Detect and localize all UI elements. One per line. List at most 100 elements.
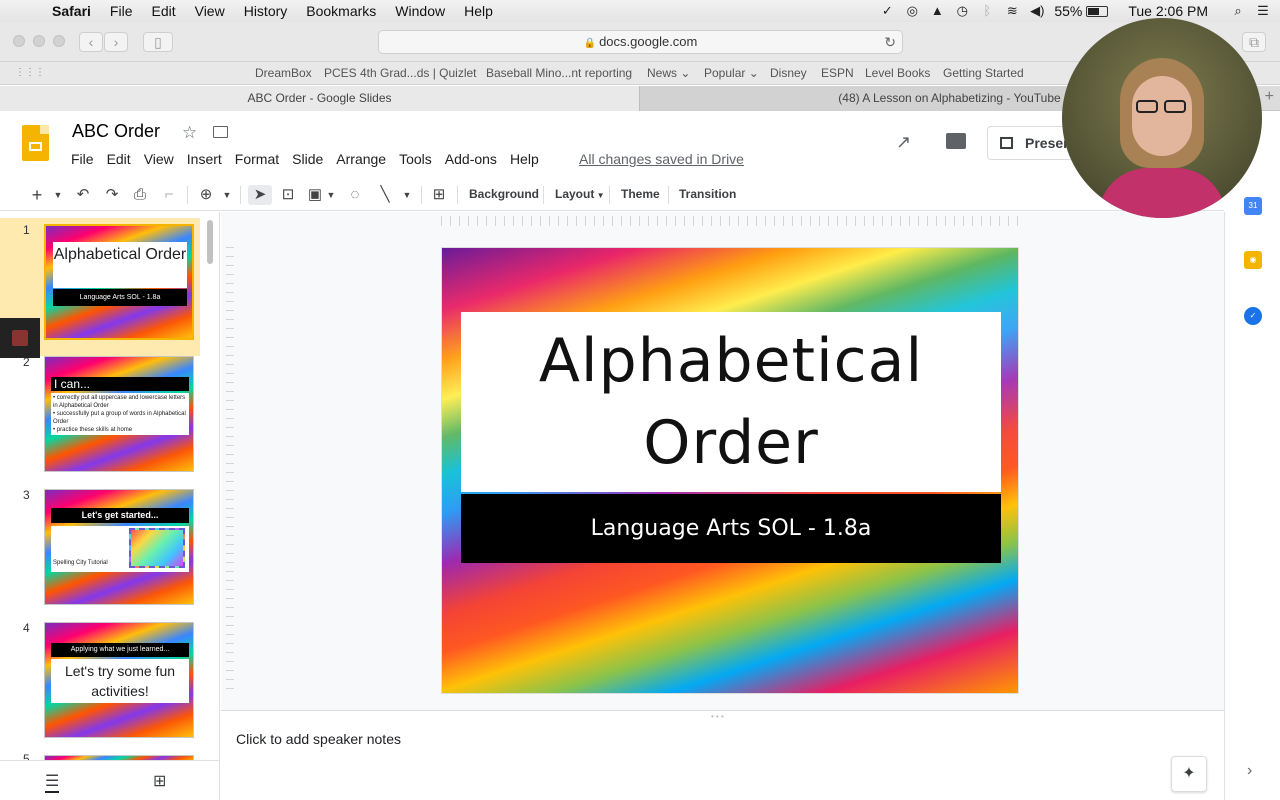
line-icon[interactable]: ╲ — [375, 185, 395, 205]
reload-icon[interactable]: ↻ — [884, 31, 896, 53]
battery-icon[interactable] — [1086, 5, 1109, 17]
current-slide[interactable]: Alphabetical Order Language Arts SOL - 1… — [441, 247, 1019, 694]
wifi-icon[interactable]: ≋ — [1004, 4, 1020, 18]
favorite-baseball[interactable]: Baseball Mino...nt reporting — [486, 66, 632, 80]
paint-format-icon[interactable]: ⌐ — [160, 185, 178, 205]
menubar-bookmarks[interactable]: Bookmarks — [306, 3, 376, 19]
battery-percent[interactable]: 55% — [1054, 3, 1082, 19]
sidebar-toggle-icon[interactable]: ▯ — [143, 32, 173, 52]
star-icon[interactable]: ☆ — [182, 123, 197, 143]
time-machine-icon[interactable]: ◷ — [954, 4, 970, 18]
menubar-help[interactable]: Help — [464, 3, 493, 19]
comments-icon[interactable] — [946, 133, 966, 149]
new-slide-dropdown-icon[interactable]: ▼ — [52, 185, 64, 205]
theme-button[interactable]: Theme — [621, 187, 660, 201]
slide-subtitle-box[interactable]: Language Arts SOL - 1.8a — [461, 494, 1001, 563]
menu-tools[interactable]: Tools — [399, 151, 432, 167]
chrome-icon[interactable]: ◎ — [904, 4, 920, 18]
slide-thumbnail-2[interactable]: I can... • correctly put all uppercase a… — [44, 356, 194, 472]
tasks-icon[interactable]: ✓ — [1244, 307, 1262, 325]
menu-add-ons[interactable]: Add-ons — [445, 151, 497, 167]
grid-view-icon[interactable]: ⊞ — [153, 771, 166, 791]
document-title[interactable]: ABC Order — [72, 121, 160, 142]
menubar-app-name[interactable]: Safari — [52, 3, 91, 19]
menubar-view[interactable]: View — [195, 3, 225, 19]
volume-icon[interactable]: ◀) — [1029, 4, 1045, 18]
thumb-title: Alphabetical Order — [53, 242, 187, 288]
tab-overview-icon[interactable]: ⧉ — [1242, 32, 1266, 52]
favorite-espn[interactable]: ESPN — [821, 66, 854, 80]
menu-help[interactable]: Help — [510, 151, 539, 167]
expand-panel-icon[interactable]: › — [1247, 762, 1252, 780]
menu-edit[interactable]: Edit — [107, 151, 131, 167]
favorite-news[interactable]: News ⌄ — [647, 66, 690, 80]
menu-slide[interactable]: Slide — [292, 151, 323, 167]
checkmark-icon[interactable]: ✓ — [879, 4, 895, 18]
filmstrip-scrollbar[interactable] — [207, 220, 213, 264]
menubar-history[interactable]: History — [244, 3, 288, 19]
speaker-notes[interactable]: Click to add speaker notes — [236, 731, 401, 747]
top-sites-icon[interactable]: ⋮⋮⋮ — [15, 67, 45, 79]
transition-button[interactable]: Transition — [679, 187, 736, 201]
undo-icon[interactable]: ↶ — [74, 185, 92, 205]
line-dropdown-icon[interactable]: ▼ — [401, 185, 413, 205]
notes-resize-handle[interactable]: • • • — [711, 712, 724, 721]
favorite-getting-started[interactable]: Getting Started — [943, 66, 1024, 80]
menu-arrange[interactable]: Arrange — [336, 151, 386, 167]
bluetooth-icon[interactable]: ᛒ — [979, 4, 995, 18]
menu-view[interactable]: View — [144, 151, 174, 167]
forward-button[interactable]: › — [104, 32, 128, 52]
macos-menubar: Safari File Edit View History Bookmarks … — [0, 0, 1280, 22]
slide-thumbnail-1[interactable]: Alphabetical Order Language Arts SOL - 1… — [44, 224, 194, 340]
image-icon[interactable]: ▣ — [305, 185, 325, 205]
favorite-dreambox[interactable]: DreamBox — [255, 66, 312, 80]
keep-icon[interactable]: ◉ — [1244, 251, 1262, 269]
zoom-dropdown-icon[interactable]: ▼ — [221, 185, 233, 205]
save-status-link[interactable]: All changes saved in Drive — [579, 151, 744, 167]
recording-indicator[interactable] — [0, 318, 40, 358]
slide-title-box[interactable]: Alphabetical Order — [461, 312, 1001, 492]
image-dropdown-icon[interactable]: ▼ — [325, 185, 337, 205]
notes-divider[interactable] — [221, 710, 1224, 711]
menu-file[interactable]: File — [71, 151, 94, 167]
close-window-button[interactable] — [13, 35, 25, 47]
menubar-edit[interactable]: Edit — [151, 3, 175, 19]
menu-format[interactable]: Format — [235, 151, 279, 167]
tab-abc-order[interactable]: ABC Order - Google Slides — [0, 86, 639, 111]
redo-icon[interactable]: ↷ — [103, 185, 121, 205]
favorite-disney[interactable]: Disney — [770, 66, 807, 80]
slide-thumbnail-4[interactable]: Applying what we just learned... Let's t… — [44, 622, 194, 738]
list-view-icon[interactable]: ☰ — [45, 771, 60, 793]
address-bar[interactable]: 🔒 docs.google.com ↻ — [378, 30, 903, 54]
spotlight-icon[interactable]: ⌕ — [1230, 4, 1246, 18]
menu-insert[interactable]: Insert — [187, 151, 222, 167]
menubar-clock[interactable]: Tue 2:06 PM — [1128, 3, 1208, 19]
explore-button[interactable]: ✦ — [1171, 756, 1207, 792]
text-box-icon[interactable]: ⊡ — [278, 185, 298, 205]
shape-icon[interactable]: ◌ — [345, 185, 365, 205]
new-slide-icon[interactable]: + — [29, 185, 45, 205]
favorite-level-books[interactable]: Level Books — [865, 66, 930, 80]
move-to-folder-icon[interactable] — [213, 126, 228, 138]
slide-thumbnail-3[interactable]: Let's get started... Spelling City Tutor… — [44, 489, 194, 605]
notification-center-icon[interactable]: ☰ — [1255, 4, 1271, 18]
new-tab-icon[interactable]: + — [1265, 88, 1274, 106]
add-comment-icon[interactable]: ⊞ — [429, 185, 449, 205]
favorite-quizlet[interactable]: PCES 4th Grad...ds | Quizlet — [324, 66, 477, 80]
menubar-file[interactable]: File — [110, 3, 133, 19]
zoom-icon[interactable]: ⊕ — [196, 185, 216, 205]
slides-logo-icon[interactable] — [22, 125, 49, 161]
back-button[interactable]: ‹ — [79, 32, 103, 52]
side-panel: 31 ◉ ✓ › — [1224, 197, 1280, 800]
activity-dashboard-icon[interactable]: ↗ — [896, 132, 911, 153]
menubar-window[interactable]: Window — [395, 3, 445, 19]
favorite-popular[interactable]: Popular ⌄ — [704, 66, 759, 80]
select-tool-icon[interactable]: ➤ — [248, 185, 272, 205]
drive-icon[interactable]: ▲ — [929, 4, 945, 18]
background-button[interactable]: Background — [469, 187, 539, 201]
print-icon[interactable]: ⎙ — [131, 185, 149, 205]
zoom-window-button[interactable] — [53, 35, 65, 47]
layout-button[interactable]: Layout ▼ — [555, 187, 604, 201]
calendar-icon[interactable]: 31 — [1244, 197, 1262, 215]
minimize-window-button[interactable] — [33, 35, 45, 47]
